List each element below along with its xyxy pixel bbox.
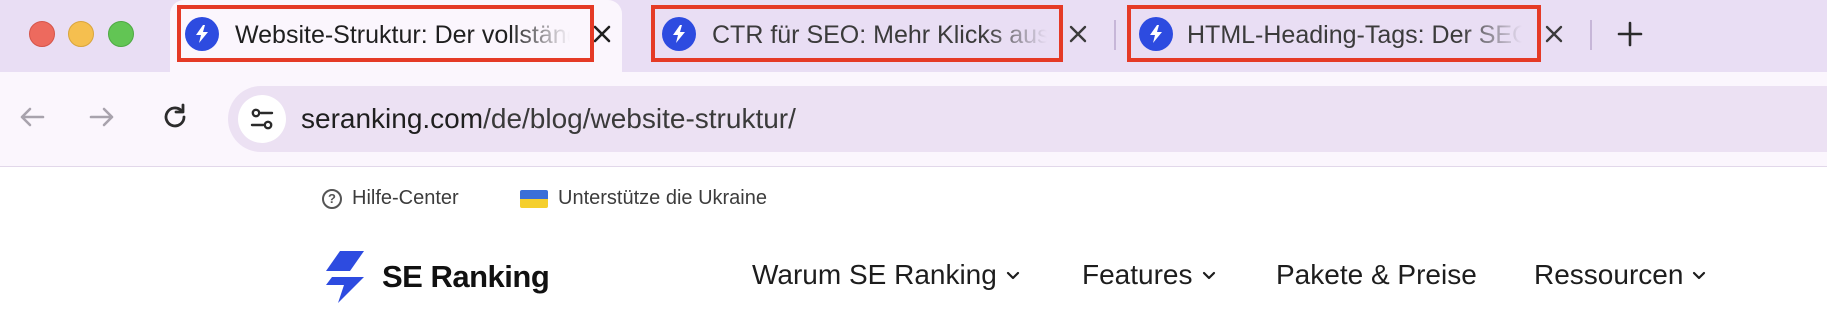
nav-why-se-ranking[interactable]: Warum SE Ranking [752,259,1021,291]
url-path: /de/blog/website-struktur/ [483,103,796,134]
tab-strip: Website-Struktur: Der vollständige Leitf… [0,0,1827,72]
reload-button[interactable] [153,95,197,139]
nav-pricing-label: Pakete & Preise [1276,259,1477,290]
tab-highlight-frame [177,5,594,62]
chevron-down-icon [1202,271,1215,280]
tab-close-icon[interactable] [1061,17,1095,51]
reload-icon [164,103,186,128]
plus-icon [1617,21,1643,47]
chevron-down-icon [1693,271,1706,280]
url-text[interactable]: seranking.com/de/blog/website-struktur/ [301,103,796,135]
nav-resources[interactable]: Ressourcen [1534,259,1707,291]
arrow-right-icon [89,107,114,127]
ukraine-flag-icon [520,189,548,208]
maximize-window-button[interactable] [108,21,134,47]
logo-text: SE Ranking [382,259,550,294]
nav-features[interactable]: Features [1082,259,1217,291]
new-tab-button[interactable] [1610,14,1650,54]
ukraine-label: Unterstütze die Ukraine [558,187,767,209]
help-center-link[interactable]: ? Hilfe-Center [322,187,459,210]
address-bar[interactable]: seranking.com/de/blog/website-struktur/ [228,86,1827,152]
tab-separator [1590,20,1592,50]
se-ranking-logo[interactable]: SE Ranking [320,251,550,303]
tab-highlight-frame [651,5,1063,62]
help-center-label: Hilfe-Center [352,187,459,209]
ukraine-link[interactable]: Unterstütze die Ukraine [520,187,767,210]
chevron-down-icon [1006,271,1019,280]
tab-highlight-frame [1127,5,1541,62]
tab-close-icon[interactable] [1537,17,1571,51]
site-info-button[interactable] [238,95,286,143]
browser-toolbar: seranking.com/de/blog/website-struktur/ [0,72,1827,167]
tab-separator [1114,20,1116,50]
nav-why-label: Warum SE Ranking [752,259,997,290]
nav-resources-label: Ressourcen [1534,259,1684,290]
page-content: ? Hilfe-Center Unterstütze die Ukraine S… [0,167,1827,324]
back-button[interactable] [10,95,54,139]
forward-button[interactable] [80,95,124,139]
help-circle-icon: ? [322,188,342,209]
nav-features-label: Features [1082,259,1193,290]
se-ranking-logo-icon [326,251,364,303]
nav-pricing[interactable]: Pakete & Preise [1276,259,1477,291]
minimize-window-button[interactable] [68,21,94,47]
close-window-button[interactable] [29,21,55,47]
url-domain: seranking.com [301,103,484,134]
tune-icon [250,108,274,130]
arrow-left-icon [20,107,45,127]
